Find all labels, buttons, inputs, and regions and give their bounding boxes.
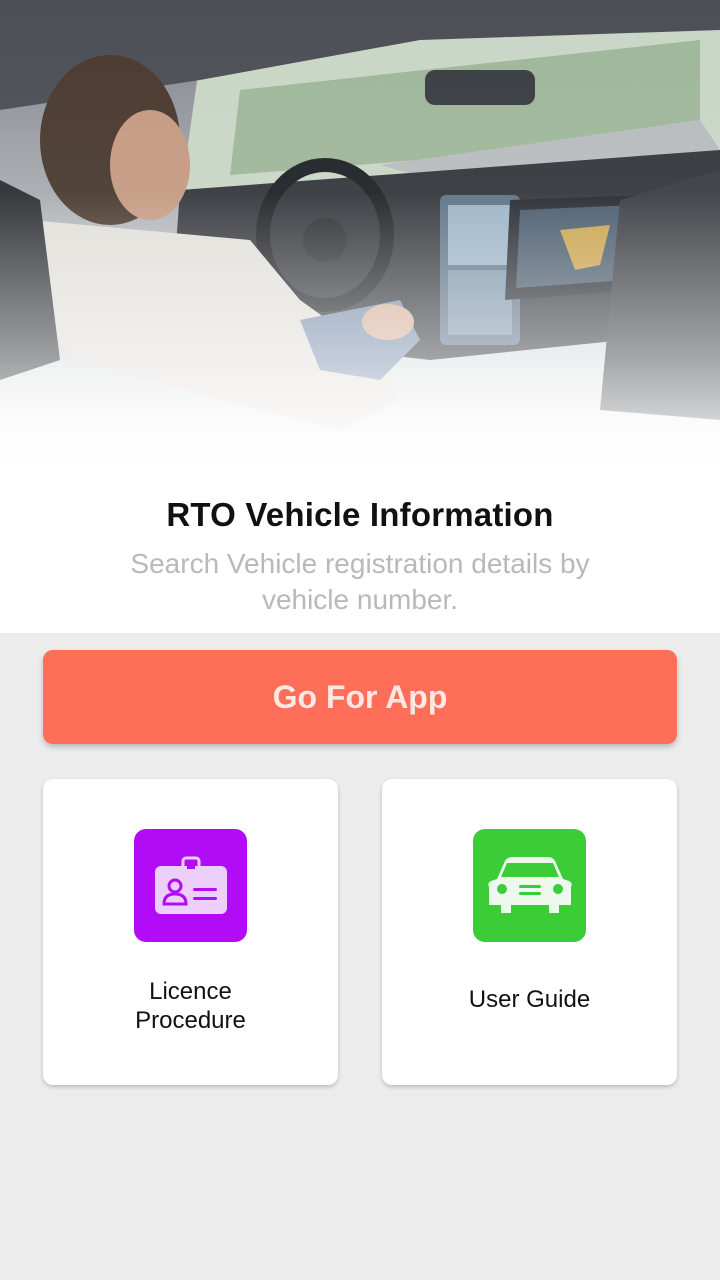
licence-label-line1: Licence — [149, 978, 232, 1005]
licence-procedure-label: Licence Procedure — [43, 977, 338, 1035]
car-icon — [487, 856, 572, 913]
id-card-icon — [154, 856, 227, 914]
app-subtitle: Search Vehicle registration details by v… — [130, 548, 590, 615]
user-guide-icon-tile — [473, 829, 586, 942]
app-title: RTO Vehicle Information — [166, 496, 554, 533]
licence-label-line2: Procedure — [135, 1007, 246, 1034]
user-guide-label: User Guide — [468, 986, 591, 1013]
go-for-app-button[interactable]: Go For App — [43, 650, 677, 744]
hero-image — [0, 0, 720, 480]
licence-icon-tile — [134, 829, 247, 942]
user-guide-card[interactable]: User Guide — [382, 779, 677, 1085]
licence-procedure-card[interactable]: Licence Procedure — [43, 779, 338, 1085]
header-section: RTO Vehicle Information Search Vehicle r… — [0, 470, 720, 633]
hero-fade-overlay — [0, 0, 720, 480]
